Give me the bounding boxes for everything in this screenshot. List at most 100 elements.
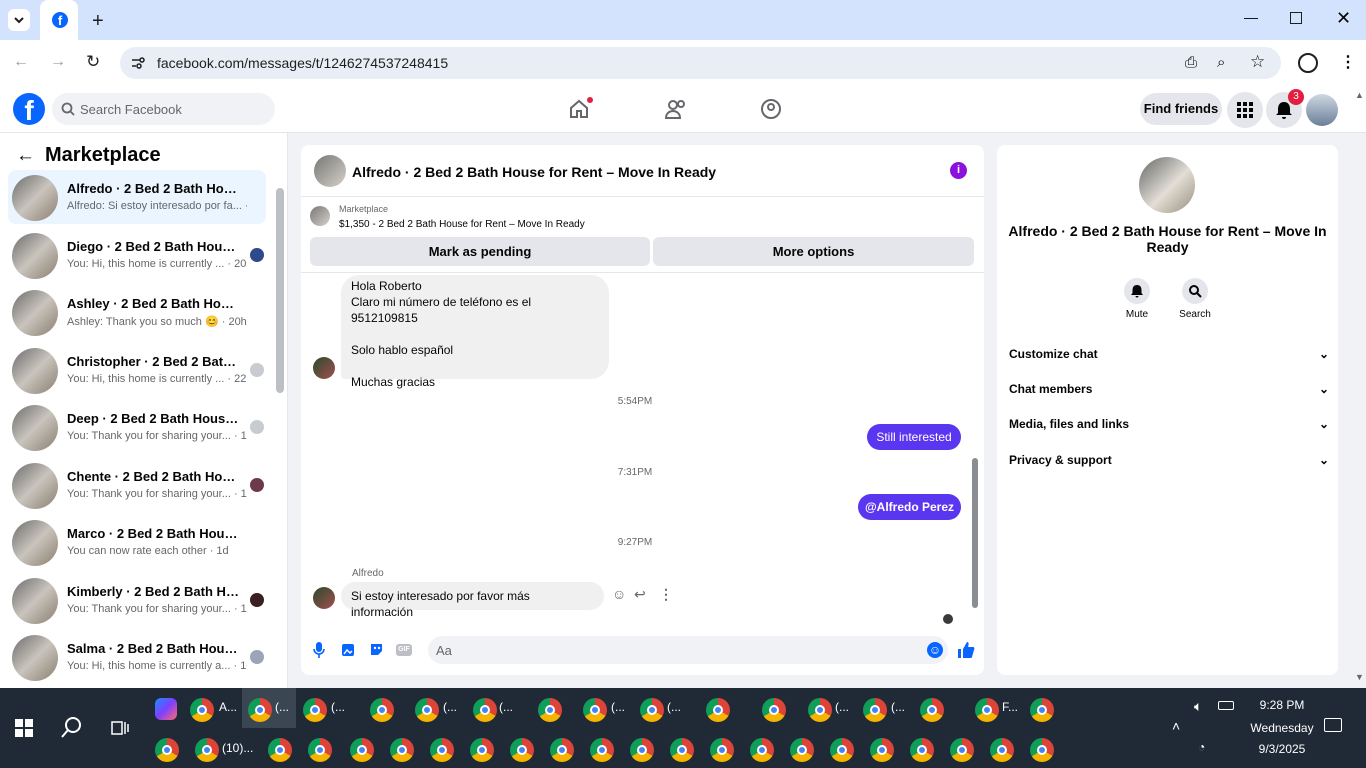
gif-icon[interactable]: GIF xyxy=(396,644,412,656)
chrome-taskbar-icon[interactable] xyxy=(750,738,774,762)
more-actions-icon[interactable]: ⋮ xyxy=(659,586,673,603)
chrome-taskbar-icon[interactable] xyxy=(706,698,730,722)
message-bubble-incoming[interactable]: Si estoy interesado por favor más inform… xyxy=(341,582,604,619)
reload-icon[interactable]: ↻ xyxy=(86,52,100,72)
bookmark-star-icon[interactable]: ☆ xyxy=(1250,52,1265,72)
task-view-icon[interactable] xyxy=(110,718,130,738)
info-icon[interactable]: i xyxy=(950,162,967,179)
zoom-icon[interactable]: ⌕ xyxy=(1217,54,1225,71)
message-bubble-outgoing[interactable]: Still interested xyxy=(867,424,961,450)
wifi-icon[interactable]: ◔ xyxy=(1198,740,1205,754)
mention-bubble[interactable]: @Alfredo Perez xyxy=(858,494,961,520)
conversation-item[interactable]: Christopher · 2 Bed 2 Bath H... You: Hi, … xyxy=(8,343,266,397)
sender-avatar[interactable] xyxy=(313,587,335,609)
install-app-icon[interactable]: ⎙ xyxy=(1185,54,1197,71)
chrome-taskbar-icon[interactable] xyxy=(863,698,887,722)
chat-avatar[interactable] xyxy=(314,155,346,187)
groups-icon[interactable] xyxy=(760,98,782,120)
chrome-taskbar-icon[interactable] xyxy=(470,738,494,762)
browser-menu-icon[interactable]: ⋮ xyxy=(1340,52,1356,72)
browser-tab[interactable]: f xyxy=(40,0,78,40)
chrome-taskbar-icon[interactable] xyxy=(920,698,944,722)
conversation-item[interactable]: Ashley · 2 Bed 2 Bath House for... Ashley… xyxy=(8,285,266,339)
facebook-logo[interactable]: f xyxy=(13,93,45,125)
chrome-taskbar-icon[interactable] xyxy=(830,738,854,762)
chrome-taskbar-icon[interactable] xyxy=(473,698,497,722)
media-files-section[interactable]: Media, files and links ⌄ xyxy=(1009,417,1329,447)
search-chat-button[interactable] xyxy=(1182,278,1208,304)
maximize-icon[interactable] xyxy=(1290,12,1302,24)
site-info-icon[interactable] xyxy=(130,55,146,71)
close-window-icon[interactable]: ✕ xyxy=(1336,8,1351,29)
sticker-icon[interactable] xyxy=(369,642,384,657)
new-tab-icon[interactable]: + xyxy=(92,10,104,33)
find-friends-button[interactable]: Find friends xyxy=(1140,93,1222,125)
battery-icon[interactable] xyxy=(1218,701,1234,710)
chrome-taskbar-icon[interactable] xyxy=(538,698,562,722)
chrome-taskbar-icon[interactable] xyxy=(195,738,219,762)
more-options-button[interactable]: More options xyxy=(653,237,974,266)
chrome-taskbar-icon[interactable] xyxy=(910,738,934,762)
message-bubble-incoming[interactable]: Hola Roberto Claro mi número de teléfono… xyxy=(341,275,609,389)
chrome-taskbar-icon[interactable] xyxy=(950,738,974,762)
volume-icon[interactable]: 🔈︎ xyxy=(1194,698,1202,715)
conversation-item[interactable]: Marco · 2 Bed 2 Bath House for ... You ca… xyxy=(8,515,266,569)
tab-search-button[interactable] xyxy=(8,9,30,31)
mute-button[interactable] xyxy=(1124,278,1150,304)
chrome-taskbar-icon[interactable] xyxy=(415,698,439,722)
chrome-taskbar-icon[interactable] xyxy=(248,698,272,722)
chat-members-section[interactable]: Chat members ⌄ xyxy=(1009,382,1329,412)
listing-thumbnail[interactable] xyxy=(310,206,330,226)
list-scrollbar[interactable] xyxy=(276,188,284,393)
chrome-taskbar-icon[interactable] xyxy=(303,698,327,722)
chrome-taskbar-icon[interactable] xyxy=(583,698,607,722)
sender-avatar[interactable] xyxy=(313,357,335,379)
chrome-taskbar-icon[interactable] xyxy=(308,738,332,762)
thumbs-up-icon[interactable] xyxy=(957,641,975,659)
conversation-item[interactable]: Diego · 2 Bed 2 Bath House f... You: Hi, … xyxy=(8,228,266,282)
chrome-taskbar-icon[interactable] xyxy=(390,738,414,762)
facebook-search-input[interactable]: Search Facebook xyxy=(52,93,275,125)
chrome-taskbar-icon[interactable] xyxy=(790,738,814,762)
back-icon[interactable]: ← xyxy=(13,53,29,71)
chrome-taskbar-icon[interactable] xyxy=(1030,698,1054,722)
info-avatar[interactable] xyxy=(1139,157,1195,213)
chrome-taskbar-icon[interactable] xyxy=(808,698,832,722)
chrome-taskbar-icon[interactable] xyxy=(670,738,694,762)
menu-grid-button[interactable] xyxy=(1227,92,1263,128)
chrome-taskbar-icon[interactable] xyxy=(990,738,1014,762)
conversation-item[interactable]: Chente · 2 Bed 2 Bath House ... You: Than… xyxy=(8,458,266,512)
copilot-icon[interactable] xyxy=(155,698,177,720)
chrome-taskbar-icon[interactable] xyxy=(550,738,574,762)
chrome-taskbar-icon[interactable] xyxy=(975,698,999,722)
page-scroll-up-icon[interactable]: ▲ xyxy=(1355,90,1364,100)
chrome-taskbar-icon[interactable] xyxy=(640,698,664,722)
conversation-item[interactable]: Kimberly · 2 Bed 2 Bath Hous... You: Than… xyxy=(8,573,266,627)
chrome-taskbar-icon[interactable] xyxy=(762,698,786,722)
conversation-item[interactable]: Deep · 2 Bed 2 Bath House fo... You: Than… xyxy=(8,400,266,454)
chrome-taskbar-icon[interactable] xyxy=(870,738,894,762)
account-avatar[interactable] xyxy=(1306,94,1338,126)
notification-center-icon[interactable] xyxy=(1324,718,1342,732)
listing-detail[interactable]: $1,350 - 2 Bed 2 Bath House for Rent – M… xyxy=(339,219,585,230)
chrome-taskbar-icon[interactable] xyxy=(590,738,614,762)
forward-icon[interactable]: → xyxy=(50,53,66,71)
chrome-taskbar-icon[interactable] xyxy=(630,738,654,762)
customize-chat-section[interactable]: Customize chat ⌄ xyxy=(1009,347,1329,377)
friends-icon[interactable] xyxy=(664,98,688,120)
clock-time[interactable]: 9:28 PM xyxy=(1240,698,1324,712)
microphone-icon[interactable] xyxy=(313,642,325,658)
chrome-taskbar-icon[interactable] xyxy=(370,698,394,722)
page-scroll-down-icon[interactable]: ▼ xyxy=(1355,672,1364,682)
message-input[interactable]: Aa ☺ xyxy=(428,636,948,664)
chat-scrollbar[interactable] xyxy=(972,458,978,608)
chrome-taskbar-icon[interactable] xyxy=(268,738,292,762)
react-icon[interactable]: ☺ xyxy=(612,586,626,602)
emoji-icon[interactable]: ☺ xyxy=(927,642,943,658)
chrome-taskbar-icon[interactable] xyxy=(155,738,179,762)
privacy-support-section[interactable]: Privacy & support ⌄ xyxy=(1009,453,1329,483)
minimize-icon[interactable]: — xyxy=(1244,9,1258,25)
taskbar-search-icon[interactable] xyxy=(60,716,84,740)
address-bar[interactable]: facebook.com/messages/t/1246274537248415… xyxy=(120,47,1281,79)
chrome-taskbar-icon[interactable] xyxy=(1030,738,1054,762)
